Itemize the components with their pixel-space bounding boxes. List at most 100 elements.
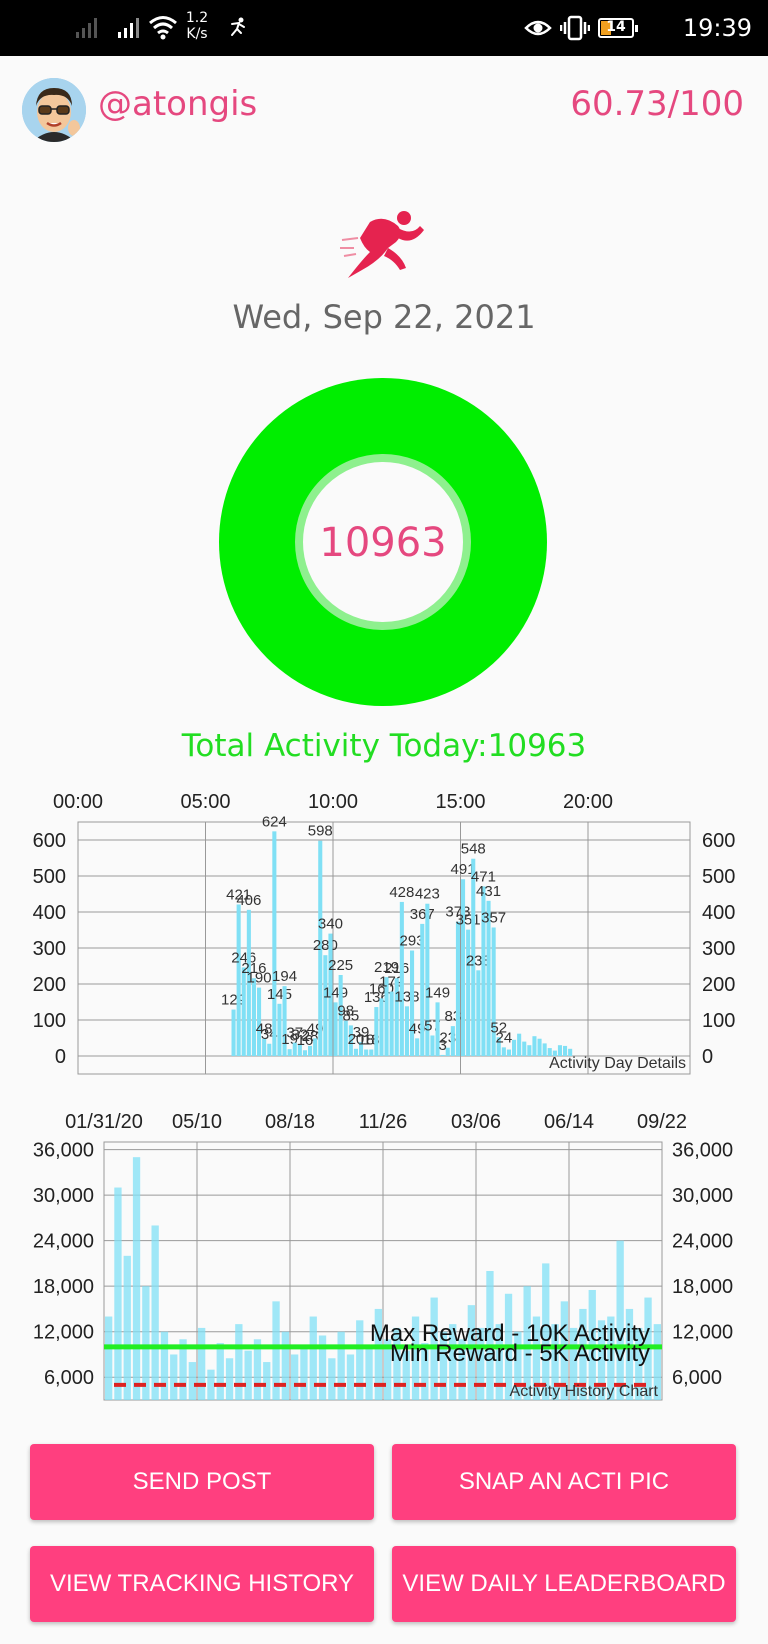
day-chart-y-tick-right: 300: [702, 938, 735, 960]
day-chart-bar: [323, 955, 328, 1056]
day-chart-data-label: 367: [410, 906, 435, 923]
history-chart-bar: [151, 1225, 159, 1400]
history-chart-bar: [114, 1187, 122, 1400]
day-chart-bar: [542, 1043, 547, 1056]
day-chart-y-tick-left: 500: [33, 866, 66, 888]
history-chart-x-tick: 09/22: [637, 1111, 687, 1133]
day-chart-y-tick-right: 600: [702, 830, 735, 852]
network-speed-unit: K/s: [186, 26, 208, 42]
day-chart-y-tick-right: 500: [702, 866, 735, 888]
history-chart-y-tick-right: 12,000: [672, 1322, 733, 1344]
day-chart-y-tick-left: 400: [33, 902, 66, 924]
day-chart-data-label: 190: [247, 970, 272, 987]
day-chart-bar: [369, 1049, 374, 1056]
avatar[interactable]: [22, 78, 86, 142]
day-chart-bar: [399, 901, 404, 1056]
total-activity-label: Total Activity Today:: [181, 728, 488, 764]
history-chart-x-tick: 01/31/20: [65, 1111, 143, 1133]
view-daily-leaderboard-button[interactable]: VIEW DAILY LEADERBOARD: [392, 1546, 736, 1622]
day-chart-bar: [527, 1045, 532, 1056]
day-chart-data-label: 24: [496, 1029, 513, 1046]
day-chart-bar: [445, 1047, 450, 1056]
day-chart-data-label: 216: [384, 960, 409, 977]
day-chart-bar: [476, 970, 481, 1056]
day-chart-bar: [450, 1026, 455, 1056]
day-chart-y-tick-right: 200: [702, 974, 735, 996]
activity-date: Wed, Sep 22, 2021: [232, 298, 536, 336]
day-chart-data-label: 225: [328, 957, 353, 974]
day-chart-y-tick-left: 600: [33, 830, 66, 852]
day-chart-bar: [313, 1038, 318, 1056]
history-chart-bar: [235, 1324, 243, 1400]
day-chart-data-label: 406: [236, 892, 261, 909]
day-chart-bar: [537, 1038, 542, 1056]
day-chart-y-tick-right: 100: [702, 1010, 735, 1032]
day-chart-bar: [272, 831, 277, 1056]
activity-ring: 10963: [219, 378, 547, 706]
history-chart-bar: [188, 1362, 196, 1400]
day-chart-data-label: 194: [272, 968, 297, 985]
history-chart-bar: [225, 1358, 234, 1400]
min-reward-label: Min Reward - 5K Activity: [390, 1340, 650, 1367]
day-chart-data-label: 428: [389, 884, 414, 901]
day-chart-data-label: 423: [415, 886, 440, 903]
day-chart-data-label: 149: [323, 984, 348, 1001]
history-chart-y-tick-left: 18,000: [33, 1276, 94, 1298]
day-chart-data-label: 431: [476, 883, 501, 900]
day-chart-bar: [287, 1049, 292, 1056]
day-chart-x-tick: 10:00: [308, 791, 358, 813]
running-man-icon: [340, 211, 424, 278]
day-chart-bar: [389, 991, 394, 1056]
username[interactable]: @atongis: [98, 84, 257, 124]
day-chart-y-tick-left: 300: [33, 938, 66, 960]
history-chart-bar: [291, 1354, 299, 1400]
day-chart-data-label: 340: [318, 916, 343, 933]
day-chart-bar: [302, 1050, 307, 1056]
history-chart-bar: [244, 1350, 252, 1400]
day-chart-bar: [231, 1009, 236, 1056]
history-chart-y-tick-right: 30,000: [672, 1185, 733, 1207]
day-chart-bar: [512, 1039, 517, 1056]
day-chart-bar: [353, 1048, 358, 1056]
day-chart-data-label: 280: [313, 937, 338, 954]
network-speed: 1.2 K/s: [180, 10, 214, 42]
history-chart-y-tick-left: 24,000: [33, 1231, 94, 1253]
day-chart-data-label: 85: [343, 1007, 360, 1024]
history-chart-y-tick-left: 36,000: [33, 1140, 94, 1162]
history-chart-bar: [300, 1346, 308, 1400]
history-chart-x-tick: 08/18: [265, 1111, 315, 1133]
day-chart-bar: [455, 921, 460, 1056]
total-activity-today: Total Activity Today:10963: [0, 728, 768, 764]
history-chart-bar: [281, 1331, 289, 1400]
history-chart-bar: [207, 1369, 215, 1400]
day-chart-data-label: 149: [425, 984, 450, 1001]
day-chart-y-tick-left: 0: [55, 1046, 66, 1068]
activity-day-chart: 0 0 100 100 200 200 300 300 400 400 500 500 600 600 00…: [33, 791, 735, 1075]
snap-pic-button[interactable]: SNAP AN ACTI PIC: [392, 1444, 736, 1520]
day-chart-bar: [506, 1049, 511, 1056]
day-chart-bar: [308, 1045, 313, 1056]
day-chart-bar: [364, 1049, 369, 1056]
send-post-button[interactable]: SEND POST: [30, 1444, 374, 1520]
day-chart-x-tick: 15:00: [435, 791, 485, 813]
day-chart-bar: [501, 1047, 506, 1056]
history-chart-y-tick-right: 18,000: [672, 1276, 733, 1298]
history-chart-bar: [365, 1346, 373, 1400]
day-chart-data-label: 145: [267, 986, 292, 1003]
signal-icon: [76, 16, 102, 38]
battery-level: 14: [606, 19, 626, 35]
activity-ring-value: 10963: [319, 520, 447, 566]
day-chart-x-tick: 20:00: [563, 791, 613, 813]
day-chart-data-label: 357: [481, 909, 506, 926]
history-chart-bar: [216, 1343, 224, 1400]
history-chart-y-tick-right: 6,000: [672, 1367, 722, 1389]
day-chart-data-label: 548: [461, 841, 486, 858]
history-chart-bar: [263, 1362, 271, 1400]
day-chart-bar: [440, 1054, 445, 1056]
view-tracking-history-button[interactable]: VIEW TRACKING HISTORY: [30, 1546, 374, 1622]
day-chart-y-tick-left: 100: [33, 1010, 66, 1032]
eye-icon: [524, 20, 552, 36]
day-chart-bar: [517, 1033, 522, 1056]
history-chart-bar: [170, 1354, 178, 1400]
history-chart-bar: [337, 1331, 345, 1400]
